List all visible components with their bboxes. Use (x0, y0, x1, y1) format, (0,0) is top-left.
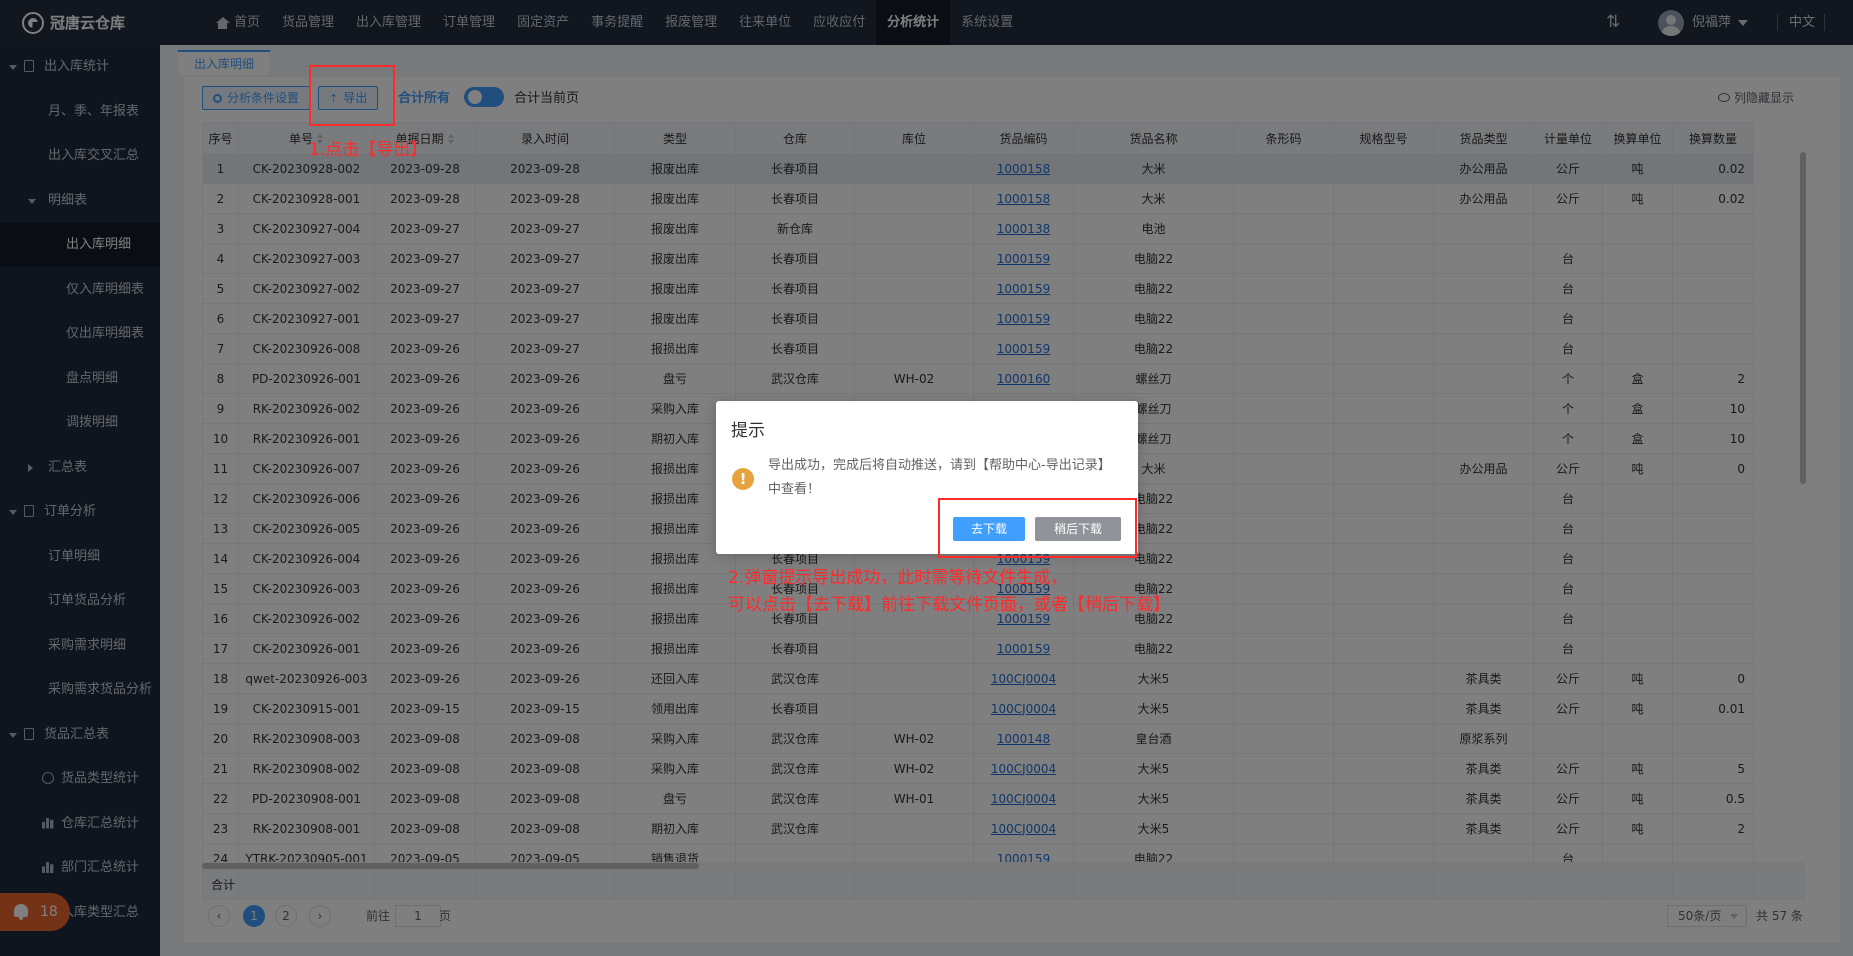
dialog-title: 提示 (731, 421, 765, 441)
annotation-step1: 1.点击【导出】 (309, 140, 428, 160)
dialog-message: 导出成功，完成后将自动推送，请到【帮助中心-导出记录】中查看！ (768, 458, 1111, 497)
warning-icon: ! (732, 468, 754, 490)
annotation-box-export (309, 65, 395, 126)
annotation-step2-line1: 2.弹窗提示导出成功，此时需等待文件生成， (728, 568, 1068, 588)
annotation-step2-line2: 可以点击【去下载】前往下载文件页面，或者【稍后下载】 (728, 595, 1170, 615)
annotation-box-buttons (938, 498, 1137, 558)
